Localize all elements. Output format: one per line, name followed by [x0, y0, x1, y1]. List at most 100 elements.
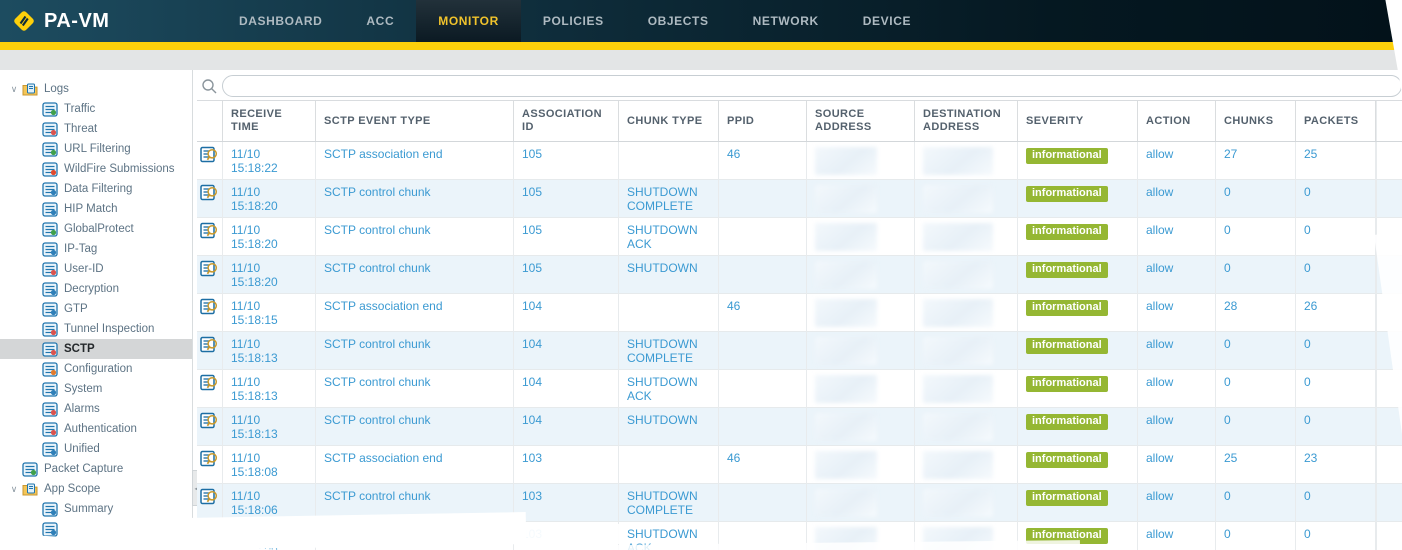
sidebar-item-wildfire-submissions[interactable]: WildFire Submissions: [0, 159, 192, 179]
cell-sctp-event-type[interactable]: SCTP control chunk: [316, 332, 514, 370]
cell-packets[interactable]: 0: [1296, 408, 1376, 446]
severity-badge[interactable]: informational: [1026, 224, 1108, 240]
cell-packets[interactable]: 26: [1296, 294, 1376, 332]
sidebar-item-alarms[interactable]: Alarms: [0, 399, 192, 419]
sidebar-item-user-id[interactable]: User-ID: [0, 259, 192, 279]
sidebar-item-ip-tag[interactable]: IP-Tag: [0, 239, 192, 259]
cell-chunks[interactable]: 25: [1216, 446, 1296, 484]
sidebar-item-traffic[interactable]: Traffic: [0, 99, 192, 119]
cell-chunks[interactable]: 27: [1216, 142, 1296, 180]
severity-badge[interactable]: informational: [1026, 376, 1108, 392]
cell-ppid[interactable]: 46: [719, 446, 807, 484]
cell-action[interactable]: allow: [1138, 218, 1216, 256]
log-filter-input[interactable]: [222, 75, 1402, 97]
column-header-association-id[interactable]: ASSOCIATION ID: [514, 101, 619, 141]
cell-sctp-event-type[interactable]: SCTP association end: [316, 294, 514, 332]
cell-association-id[interactable]: 105: [514, 142, 619, 180]
cell-association-id[interactable]: 104: [514, 332, 619, 370]
cell-sctp-event-type[interactable]: SCTP association end: [316, 446, 514, 484]
sidebar-item-data-filtering[interactable]: Data Filtering: [0, 179, 192, 199]
severity-badge[interactable]: informational: [1026, 186, 1108, 202]
chevron-down-icon[interactable]: ∨: [8, 84, 20, 95]
column-header-source-address[interactable]: SOURCE ADDRESS: [807, 101, 915, 141]
cell-packets[interactable]: 0: [1296, 522, 1376, 550]
cell-chunk-type[interactable]: SHUTDOWN COMPLETE: [619, 484, 719, 522]
log-detail-icon[interactable]: [200, 184, 219, 201]
cell-chunks[interactable]: 28: [1216, 294, 1296, 332]
cell-action[interactable]: allow: [1138, 142, 1216, 180]
tab-dashboard[interactable]: DASHBOARD: [217, 0, 344, 42]
cell-sctp-event-type[interactable]: SCTP control chunk: [316, 218, 514, 256]
sidebar-item-logs[interactable]: ∨Logs: [0, 79, 192, 99]
cell-chunk-type[interactable]: SHUTDOWN: [619, 408, 719, 446]
column-header-sctp-event-type[interactable]: SCTP EVENT TYPE: [316, 101, 514, 141]
cell-action[interactable]: allow: [1138, 370, 1216, 408]
cell-association-id[interactable]: 105: [514, 218, 619, 256]
log-detail-icon[interactable]: [200, 146, 219, 163]
sidebar-item-summary[interactable]: Summary: [0, 499, 192, 519]
cell-association-id[interactable]: 103: [514, 484, 619, 522]
cell-receive-time[interactable]: 11/10 15:18:20: [223, 218, 316, 256]
cell-sctp-event-type[interactable]: SCTP control chunk: [316, 408, 514, 446]
cell-chunks[interactable]: 0: [1216, 408, 1296, 446]
cell-action[interactable]: allow: [1138, 408, 1216, 446]
cell-chunk-type[interactable]: SHUTDOWN: [619, 256, 719, 294]
log-detail-icon[interactable]: [200, 336, 219, 353]
tab-monitor[interactable]: MONITOR: [416, 0, 521, 42]
column-header-receive-time[interactable]: RECEIVE TIME: [223, 101, 316, 141]
cell-ppid[interactable]: 46: [719, 142, 807, 180]
log-detail-icon[interactable]: [200, 488, 219, 505]
log-detail-icon[interactable]: [200, 412, 219, 429]
cell-chunks[interactable]: 0: [1216, 218, 1296, 256]
cell-sctp-event-type[interactable]: SCTP control chunk: [316, 370, 514, 408]
chevron-down-icon[interactable]: ∨: [8, 484, 20, 495]
cell-receive-time[interactable]: 11/10 15:18:13: [223, 332, 316, 370]
sidebar-item-threat[interactable]: Threat: [0, 119, 192, 139]
cell-association-id[interactable]: 104: [514, 370, 619, 408]
tab-device[interactable]: DEVICE: [841, 0, 933, 42]
cell-chunk-type[interactable]: SHUTDOWN ACK: [619, 370, 719, 408]
severity-badge[interactable]: informational: [1026, 148, 1108, 164]
sidebar-item-sctp[interactable]: SCTP: [0, 339, 192, 359]
log-detail-icon[interactable]: [200, 260, 219, 277]
column-header-chunk-type[interactable]: CHUNK TYPE: [619, 101, 719, 141]
column-header-ppid[interactable]: PPID: [719, 101, 807, 141]
cell-association-id[interactable]: 103: [514, 446, 619, 484]
sidebar-item-authentication[interactable]: Authentication: [0, 419, 192, 439]
cell-chunks[interactable]: 0: [1216, 256, 1296, 294]
column-header-action[interactable]: ACTION: [1138, 101, 1216, 141]
cell-receive-time[interactable]: 11/10 15:18:08: [223, 446, 316, 484]
sidebar-item-globalprotect[interactable]: GlobalProtect: [0, 219, 192, 239]
tab-acc[interactable]: ACC: [344, 0, 416, 42]
severity-badge[interactable]: informational: [1026, 300, 1108, 316]
cell-association-id[interactable]: 105: [514, 180, 619, 218]
cell-action[interactable]: allow: [1138, 256, 1216, 294]
cell-action[interactable]: allow: [1138, 294, 1216, 332]
column-header-severity[interactable]: SEVERITY: [1018, 101, 1138, 141]
column-header-chunks[interactable]: CHUNKS: [1216, 101, 1296, 141]
severity-badge[interactable]: informational: [1026, 452, 1108, 468]
cell-packets[interactable]: 0: [1296, 180, 1376, 218]
sidebar-item-system[interactable]: System: [0, 379, 192, 399]
severity-badge[interactable]: informational: [1026, 414, 1108, 430]
sidebar-item-tunnel-inspection[interactable]: Tunnel Inspection: [0, 319, 192, 339]
cell-action[interactable]: allow: [1138, 484, 1216, 522]
cell-chunks[interactable]: 0: [1216, 484, 1296, 522]
severity-badge[interactable]: informational: [1026, 262, 1108, 278]
cell-chunks[interactable]: 0: [1216, 370, 1296, 408]
cell-association-id[interactable]: 104: [514, 294, 619, 332]
cell-action[interactable]: allow: [1138, 522, 1216, 550]
cell-sctp-event-type[interactable]: SCTP control chunk: [316, 256, 514, 294]
cell-packets[interactable]: 0: [1296, 256, 1376, 294]
cell-receive-time[interactable]: 11/10 15:18:13: [223, 370, 316, 408]
cell-chunks[interactable]: 0: [1216, 180, 1296, 218]
log-detail-icon[interactable]: [200, 222, 219, 239]
cell-chunks[interactable]: 0: [1216, 332, 1296, 370]
cell-association-id[interactable]: 105: [514, 256, 619, 294]
cell-ppid[interactable]: 46: [719, 294, 807, 332]
tab-network[interactable]: NETWORK: [731, 0, 841, 42]
cell-packets[interactable]: 0: [1296, 484, 1376, 522]
cell-action[interactable]: allow: [1138, 180, 1216, 218]
sidebar-item-configuration[interactable]: Configuration: [0, 359, 192, 379]
column-header-packets[interactable]: PACKETS: [1296, 101, 1376, 141]
